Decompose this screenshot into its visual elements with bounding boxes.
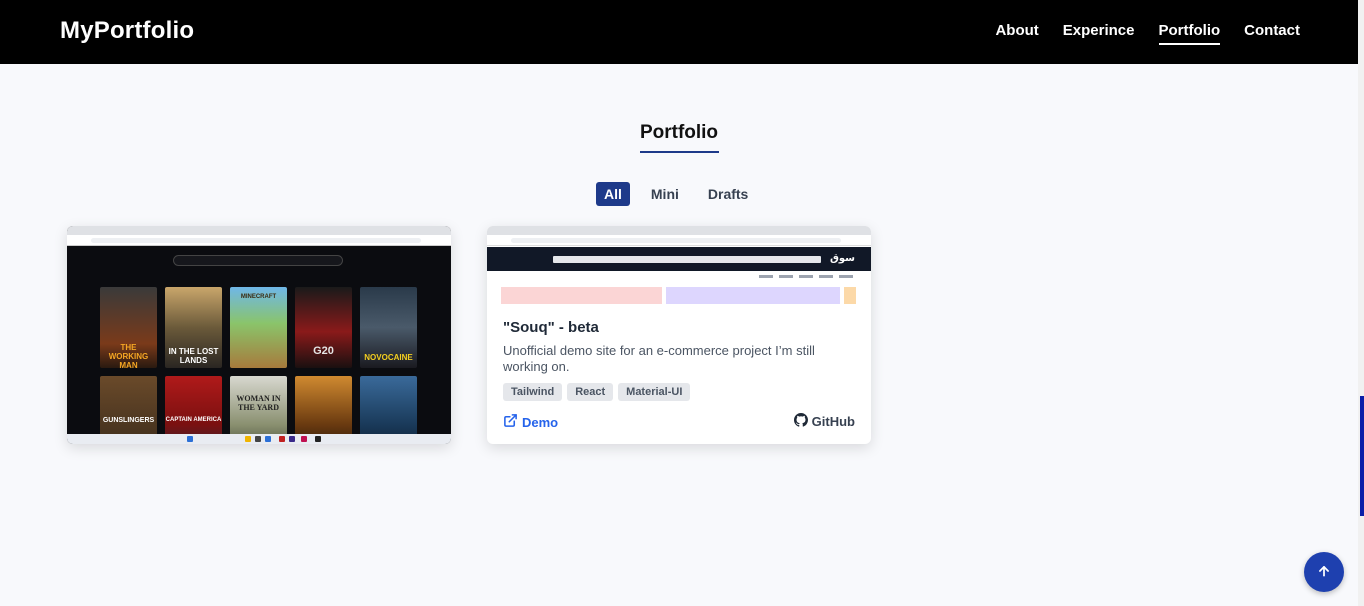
browser-address-bar — [67, 235, 451, 246]
screenshot-taskbar — [67, 434, 451, 444]
filter-mini[interactable]: Mini — [643, 182, 687, 206]
screenshot-banner — [844, 287, 856, 304]
browser-tabs — [67, 226, 451, 235]
nav-experince[interactable]: Experince — [1063, 22, 1135, 45]
tag-react: React — [567, 383, 614, 401]
nav-contact[interactable]: Contact — [1244, 22, 1300, 45]
filter-drafts[interactable]: Drafts — [700, 182, 756, 206]
github-link[interactable]: GitHub — [793, 413, 855, 430]
screenshot-search-bar — [553, 256, 821, 263]
nav-about[interactable]: About — [995, 22, 1038, 45]
scrollbar-thumb[interactable] — [1360, 396, 1364, 516]
demo-link[interactable]: Demo — [503, 413, 558, 431]
tag-material-ui: Material-UI — [618, 383, 691, 401]
project-screenshot: THE WORKING MAN IN THE LOST LANDS MINECR… — [67, 226, 451, 444]
github-label: GitHub — [811, 414, 855, 429]
github-icon — [793, 413, 808, 430]
arrow-up-icon — [1317, 564, 1331, 581]
poster-thumbnail: THE WORKING MAN — [100, 287, 157, 368]
screenshot-logo: سوق — [829, 253, 855, 264]
section-title: Portfolio — [639, 122, 719, 143]
tech-tags: Tailwind React Material-UI — [503, 383, 691, 401]
filter-tabs: All Mini Drafts — [596, 182, 769, 206]
screenshot-search-bar — [173, 255, 343, 266]
project-description: Unofficial demo site for an e-commerce p… — [503, 343, 815, 374]
demo-label: Demo — [522, 414, 559, 430]
site-header: MyPortfolio About Experince Portfolio Co… — [0, 0, 1358, 64]
screenshot-category-links — [759, 275, 853, 280]
filter-all[interactable]: All — [596, 182, 630, 206]
screenshot-banner — [666, 287, 840, 304]
poster-thumbnail: MINECRAFT — [230, 287, 287, 368]
poster-thumbnail: NOVOCAINE — [360, 287, 417, 368]
screenshot-navbar: سوق — [487, 247, 871, 271]
browser-address-bar — [487, 235, 871, 246]
poster-thumbnail: IN THE LOST LANDS — [165, 287, 222, 368]
tag-tailwind: Tailwind — [503, 383, 563, 401]
site-logo[interactable]: MyPortfolio — [60, 17, 194, 45]
main-nav: About Experince Portfolio Contact — [971, 22, 1300, 45]
browser-tabs — [487, 226, 871, 235]
poster-thumbnail: G20 — [295, 287, 352, 368]
external-link-icon — [503, 413, 518, 431]
back-to-top-button[interactable] — [1304, 552, 1344, 592]
screenshot-banner — [501, 287, 662, 304]
project-title: "Souq" - beta — [503, 319, 599, 336]
project-screenshot: سوق — [487, 226, 871, 304]
title-underline — [640, 151, 719, 153]
nav-portfolio[interactable]: Portfolio — [1158, 22, 1221, 45]
project-card-souq[interactable]: سوق "Souq" - beta Unofficial demo site f… — [487, 226, 871, 444]
project-card-movies[interactable]: THE WORKING MAN IN THE LOST LANDS MINECR… — [67, 226, 451, 444]
